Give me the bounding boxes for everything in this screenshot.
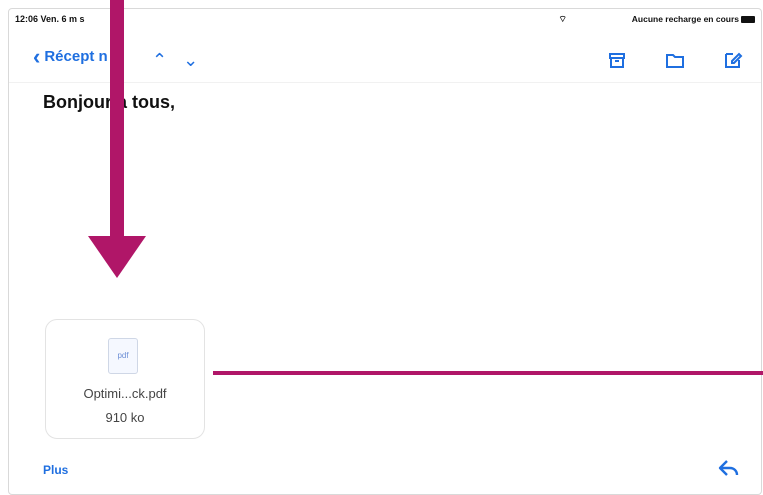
reply-button[interactable] — [717, 457, 741, 479]
folder-icon — [666, 54, 684, 68]
status-bar: 12:06 Ven. 6 m s ⌔ Aucune recharge en co… — [13, 13, 757, 27]
back-label: Récept n — [44, 48, 108, 65]
status-time: 12:06 Ven. 6 m s — [15, 14, 85, 24]
annotation-arrow-head — [88, 236, 146, 278]
compose-button[interactable] — [721, 48, 745, 72]
message-greeting: Bonjour a tous, — [43, 92, 175, 112]
charging-status: Aucune recharge en cours — [631, 14, 739, 24]
back-to-inbox-button[interactable]: ‹ Récept n — [33, 44, 108, 69]
attachment-filename: Optimi...ck.pdf — [83, 386, 167, 401]
previous-message-button[interactable]: ⌃ — [152, 50, 167, 71]
compose-icon — [725, 52, 743, 68]
file-type-label: pdf — [117, 351, 129, 360]
reply-icon — [718, 460, 739, 476]
annotation-arrow-shaft — [110, 0, 124, 244]
annotation-callout-line — [213, 371, 763, 375]
archive-icon — [609, 53, 625, 68]
pdf-attachment[interactable]: pdf Optimi...ck.pdf 910 ko — [45, 319, 205, 439]
battery-icon — [741, 16, 755, 23]
archive-button[interactable] — [605, 48, 629, 72]
more-button[interactable]: Plus — [43, 463, 68, 477]
attachment-size: 910 ko — [105, 410, 145, 425]
next-message-button[interactable]: ⌄ — [183, 50, 198, 71]
wifi-icon: ⌔ — [558, 14, 567, 24]
message-toolbar — [605, 48, 745, 72]
move-to-folder-button[interactable] — [663, 48, 687, 72]
chevron-left-icon: ‹ — [33, 44, 41, 69]
pdf-file-icon: pdf — [108, 338, 138, 374]
message-navigation: ⌃ ⌄ — [152, 50, 198, 71]
